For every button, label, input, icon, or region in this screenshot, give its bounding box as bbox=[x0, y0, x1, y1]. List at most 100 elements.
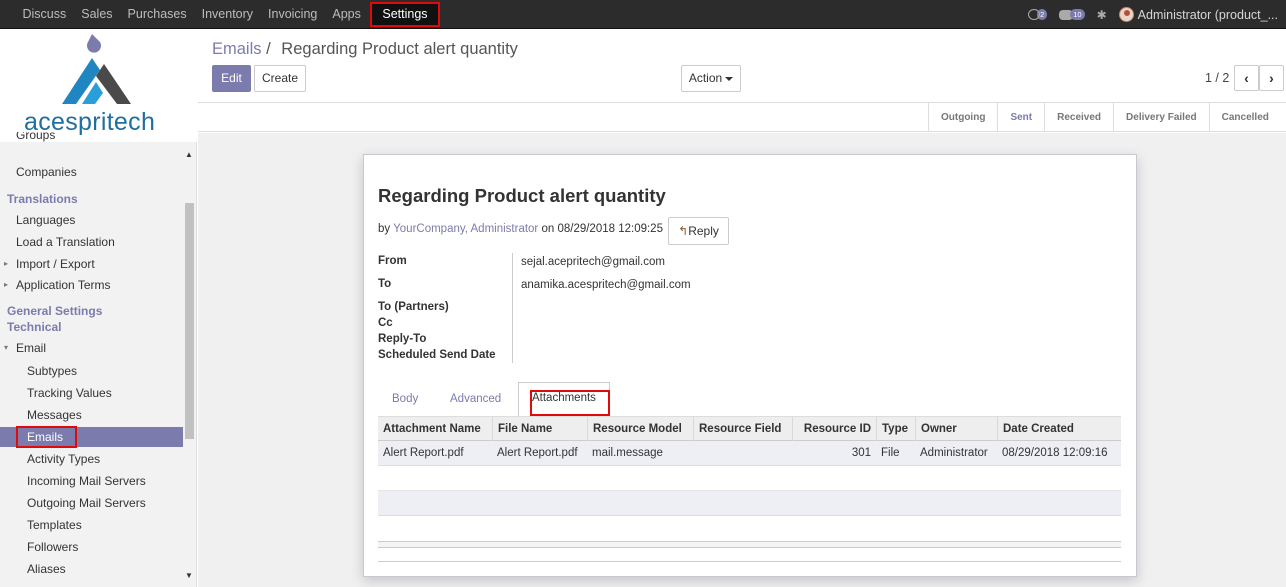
col-attachment-name[interactable]: Attachment Name bbox=[378, 417, 481, 441]
col-resource-field[interactable]: Resource Field bbox=[693, 417, 781, 441]
sidebar-scrollbar[interactable]: ▲ ▼ bbox=[183, 150, 196, 587]
activities-badge: 10 bbox=[1070, 9, 1085, 20]
sidebar-item-activity-types[interactable]: Activity Types bbox=[0, 449, 183, 469]
cell-attachment-name: Alert Report.pdf bbox=[383, 447, 464, 459]
sidebar-item-incoming-mail-servers[interactable]: Incoming Mail Servers bbox=[0, 471, 183, 491]
from-value: sejal.acepritech@gmail.com bbox=[521, 256, 665, 268]
menu-sales[interactable]: Sales bbox=[74, 0, 120, 29]
reply-to-label: Reply-To bbox=[378, 333, 427, 345]
caret-right-icon: ▸ bbox=[4, 280, 9, 289]
activity-menu[interactable]: 10 bbox=[1059, 9, 1085, 20]
chevron-left-icon: ‹ bbox=[1244, 70, 1249, 86]
cell-resource-model: mail.message bbox=[592, 447, 663, 459]
sidebar-item-templates[interactable]: Templates bbox=[0, 515, 183, 535]
table-row-empty bbox=[378, 491, 1121, 516]
sidebar-item-emails[interactable]: Emails bbox=[0, 426, 183, 448]
caret-down-icon: ▾ bbox=[4, 343, 9, 352]
sidebar-item-label: Import / Export bbox=[16, 257, 95, 271]
sidebar-item-application-terms[interactable]: ▸ Application Terms bbox=[0, 275, 183, 295]
company-logo: acespritech bbox=[0, 30, 197, 142]
sidebar-item-outgoing-mail-servers[interactable]: Outgoing Mail Servers bbox=[0, 493, 183, 513]
table-row-empty bbox=[378, 466, 1121, 491]
col-date-created[interactable]: Date Created bbox=[997, 417, 1074, 441]
tab-advanced[interactable]: Advanced bbox=[450, 382, 501, 417]
table-row[interactable]: Alert Report.pdf Alert Report.pdf mail.m… bbox=[378, 441, 1121, 466]
sidebar-item-messages[interactable]: Messages bbox=[0, 405, 183, 425]
sidebar-item-followers[interactable]: Followers bbox=[0, 537, 183, 557]
col-type[interactable]: Type bbox=[876, 417, 908, 441]
menu-purchases[interactable]: Purchases bbox=[120, 0, 194, 29]
sidebar-item-import-export[interactable]: ▸ Import / Export bbox=[0, 254, 183, 274]
menu-invoicing[interactable]: Invoicing bbox=[261, 0, 325, 29]
action-dropdown[interactable]: Action bbox=[681, 65, 741, 92]
menu-apps[interactable]: Apps bbox=[325, 0, 369, 29]
author-link[interactable]: YourCompany, Administrator bbox=[393, 223, 538, 235]
breadcrumb-emails-link[interactable]: Emails bbox=[212, 40, 262, 58]
table-footer bbox=[378, 541, 1121, 548]
cell-date-created: 08/29/2018 12:09:16 bbox=[1002, 447, 1108, 459]
sidebar-item-languages[interactable]: Languages bbox=[0, 210, 183, 230]
menu-inventory[interactable]: Inventory bbox=[194, 0, 260, 29]
scroll-thumb[interactable] bbox=[185, 203, 194, 439]
chevron-right-icon: › bbox=[1269, 70, 1274, 86]
sidebar-item-aliases[interactable]: Aliases bbox=[0, 559, 183, 579]
user-name: Administrator (product_... bbox=[1137, 7, 1278, 22]
sidebar-item-companies[interactable]: Companies bbox=[0, 162, 183, 182]
table-header: Attachment Name File Name Resource Model… bbox=[378, 416, 1121, 441]
sidebar-item-label: Emails bbox=[27, 430, 64, 444]
debug-menu[interactable]: ✱ bbox=[1097, 8, 1107, 22]
stage-outgoing[interactable]: Outgoing bbox=[928, 103, 997, 132]
edit-button[interactable]: Edit bbox=[212, 65, 251, 92]
tab-attachments[interactable]: Attachments bbox=[518, 382, 610, 417]
sidebar-item-groups[interactable]: Groups bbox=[0, 132, 183, 146]
user-menu[interactable]: Administrator (product_... bbox=[1118, 7, 1278, 22]
sidebar-item-email[interactable]: ▾ Email bbox=[0, 338, 183, 358]
cell-owner: Administrator bbox=[920, 447, 988, 459]
cell-type: File bbox=[881, 447, 900, 459]
form-statusbar: Outgoing Sent Received Delivery Failed C… bbox=[198, 103, 1286, 132]
menu-settings[interactable]: Settings bbox=[370, 2, 440, 27]
breadcrumb: Emails / Regarding Product alert quantit… bbox=[212, 40, 518, 59]
pager-next-button[interactable]: › bbox=[1259, 65, 1284, 91]
sidebar-item-subtypes[interactable]: Subtypes bbox=[0, 361, 183, 381]
cell-file-name: Alert Report.pdf bbox=[497, 447, 578, 459]
field-separator bbox=[512, 253, 513, 363]
top-navbar: Discuss Sales Purchases Inventory Invoic… bbox=[0, 0, 1286, 29]
scheduled-send-date-label: Scheduled Send Date bbox=[378, 349, 496, 361]
sidebar-item-load-translation[interactable]: Load a Translation bbox=[0, 232, 183, 252]
col-resource-model[interactable]: Resource Model bbox=[587, 417, 682, 441]
to-value: anamika.acespritech@gmail.com bbox=[521, 279, 691, 291]
app-menu: Discuss Sales Purchases Inventory Invoic… bbox=[15, 0, 440, 29]
stage-delivery-failed[interactable]: Delivery Failed bbox=[1113, 103, 1209, 132]
reply-button[interactable]: ↰Reply bbox=[668, 217, 729, 245]
messaging-menu[interactable]: 2 bbox=[1028, 9, 1048, 20]
avatar bbox=[1118, 7, 1134, 22]
systray: 2 10 ✱ Administrator (product_... bbox=[1028, 0, 1286, 29]
action-label: Action bbox=[688, 71, 723, 85]
breadcrumb-separator: / bbox=[266, 40, 271, 58]
stage-sent[interactable]: Sent bbox=[997, 103, 1044, 132]
caret-right-icon: ▸ bbox=[4, 259, 9, 268]
cell-resource-field bbox=[693, 441, 698, 466]
reply-icon: ↰ bbox=[678, 224, 689, 238]
stage-cancelled[interactable]: Cancelled bbox=[1208, 103, 1281, 132]
create-button[interactable]: Create bbox=[254, 65, 306, 92]
col-owner[interactable]: Owner bbox=[915, 417, 957, 441]
date-sent: on 08/29/2018 12:09:25 bbox=[541, 223, 663, 235]
col-file-name[interactable]: File Name bbox=[492, 417, 552, 441]
scroll-down-icon[interactable]: ▼ bbox=[185, 571, 193, 580]
col-resource-id[interactable]: Resource ID bbox=[792, 417, 876, 441]
from-label: From bbox=[378, 255, 407, 267]
pager-previous-button[interactable]: ‹ bbox=[1234, 65, 1259, 91]
tab-body[interactable]: Body bbox=[392, 382, 418, 417]
bug-icon: ✱ bbox=[1096, 7, 1107, 22]
table-row-empty bbox=[378, 516, 1121, 541]
menu-discuss[interactable]: Discuss bbox=[15, 0, 74, 29]
stage-received[interactable]: Received bbox=[1044, 103, 1113, 132]
sidebar: acespritech Groups Companies Translation… bbox=[0, 30, 197, 587]
cell-resource-id: 301 bbox=[851, 447, 871, 459]
scroll-up-icon[interactable]: ▲ bbox=[185, 150, 193, 159]
pager-value[interactable]: 1 / 2 bbox=[1205, 71, 1229, 85]
sidebar-item-tracking-values[interactable]: Tracking Values bbox=[0, 383, 183, 403]
tab-label: Attachments bbox=[532, 392, 596, 404]
